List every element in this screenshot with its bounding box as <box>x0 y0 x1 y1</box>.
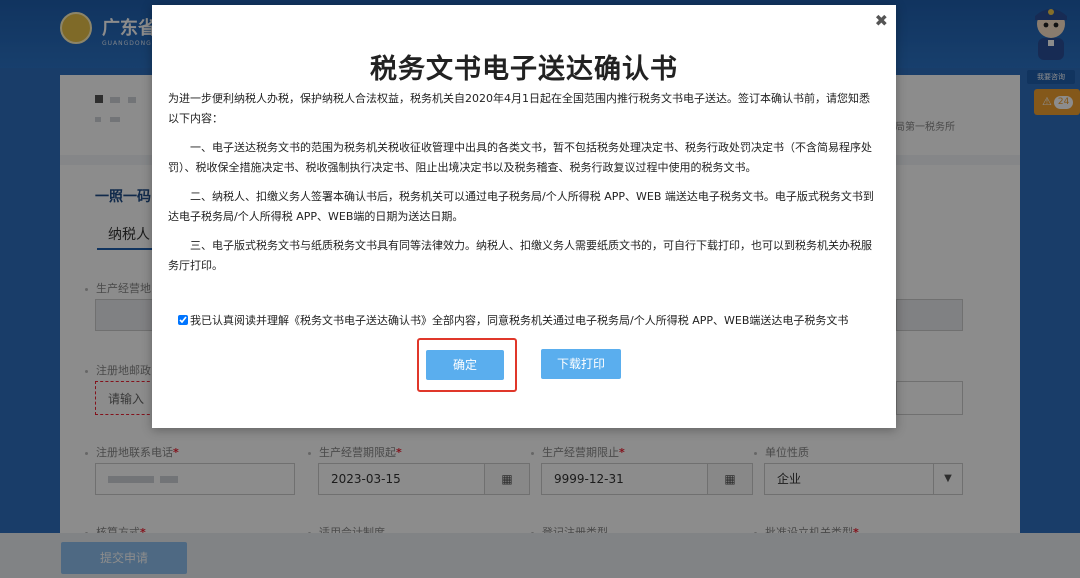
item-1-paragraph: 一、电子送达税务文书的范围为税务机关税收征收管理中出具的各类文书，暂不包括税务处… <box>168 141 872 174</box>
item-2-paragraph: 二、纳税人、扣缴义务人签署本确认书后，税务机关可以通过电子税务局/个人所得税 A… <box>168 190 874 223</box>
intro-paragraph: 为进一步便利纳税人办税，保护纳税人合法权益，税务机关自2020年4月1日起在全国… <box>168 92 870 125</box>
item-3-paragraph: 三、电子版式税务文书与纸质税务文书具有同等法律效力。纳税人、扣缴义务人需要纸质文… <box>168 239 872 272</box>
agree-checkbox[interactable] <box>178 315 188 325</box>
confirmation-modal: ✖ 税务文书电子送达确认书 为进一步便利纳税人办税，保护纳税人合法权益，税务机关… <box>152 5 896 428</box>
modal-body: 为进一步便利纳税人办税，保护纳税人合法权益，税务机关自2020年4月1日起在全国… <box>168 89 880 285</box>
confirm-button[interactable]: 确定 <box>426 350 504 380</box>
agree-text: 我已认真阅读并理解《税务文书电子送达确认书》全部内容，同意税务机关通过电子税务局… <box>190 314 849 327</box>
close-icon[interactable]: ✖ <box>875 11 888 30</box>
agree-checkbox-row[interactable]: 我已认真阅读并理解《税务文书电子送达确认书》全部内容，同意税务机关通过电子税务局… <box>178 312 848 328</box>
modal-title: 税务文书电子送达确认书 <box>370 54 678 85</box>
download-print-button[interactable]: 下载打印 <box>541 349 621 379</box>
